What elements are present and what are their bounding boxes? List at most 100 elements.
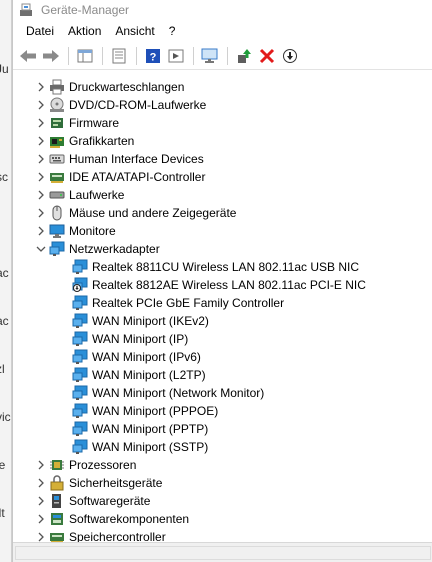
- tree-device-item[interactable]: WAN Miniport (SSTP): [72, 438, 208, 456]
- chevron-right-icon[interactable]: [33, 114, 49, 132]
- action-pane-icon[interactable]: [165, 45, 187, 67]
- tree-item-label: Prozessoren: [69, 458, 137, 472]
- update-driver-icon[interactable]: [233, 45, 255, 67]
- network-adapter-icon: [72, 421, 88, 437]
- chevron-right-icon[interactable]: [33, 150, 49, 168]
- software-component-icon: [49, 511, 65, 527]
- background-text: ac: [0, 266, 9, 280]
- device-manager-window: Geräte-Manager Datei Aktion Ansicht ? ?: [12, 0, 432, 562]
- tree-item-label: Firmware: [69, 116, 119, 130]
- monitor-icon: [49, 223, 65, 239]
- tree-category-ide-ata-atapi-controller[interactable]: IDE ATA/ATAPI-Controller: [33, 168, 205, 186]
- background-window: Ju sc ac ac zl vic le ilt: [0, 0, 12, 562]
- forward-arrow-icon[interactable]: [40, 45, 62, 67]
- menu-datei[interactable]: Datei: [19, 22, 61, 40]
- tree-device-item[interactable]: Realtek 8812AE Wireless LAN 802.11ac PCI…: [72, 276, 366, 294]
- tree-category-sicherheitsger-te[interactable]: Sicherheitsgeräte: [33, 474, 162, 492]
- chevron-right-icon[interactable]: [33, 168, 49, 186]
- tree-device-label: WAN Miniport (L2TP): [92, 368, 206, 382]
- menu-bar: Datei Aktion Ansicht ?: [13, 20, 432, 42]
- tree-category-druckwarteschlangen[interactable]: Druckwarteschlangen: [33, 78, 184, 96]
- chevron-right-icon[interactable]: [33, 78, 49, 96]
- monitor-scan-icon[interactable]: [199, 45, 221, 67]
- tree-device-item[interactable]: WAN Miniport (Network Monitor): [72, 384, 264, 402]
- background-text: Ju: [0, 62, 9, 76]
- tree-category-softwarekomponenten[interactable]: Softwarekomponenten: [33, 510, 189, 528]
- network-adapter-icon: [72, 349, 88, 365]
- tree-item-label: Human Interface Devices: [69, 152, 204, 166]
- tree-device-item[interactable]: WAN Miniport (PPPOE): [72, 402, 218, 420]
- network-adapter-icon: [72, 313, 88, 329]
- tree-device-label: WAN Miniport (IKEv2): [92, 314, 209, 328]
- chevron-down-icon[interactable]: [33, 240, 49, 258]
- properties-icon[interactable]: [108, 45, 130, 67]
- tree-category-softwareger-te[interactable]: Softwaregeräte: [33, 492, 150, 510]
- menu-aktion[interactable]: Aktion: [61, 22, 108, 40]
- menu-ansicht[interactable]: Ansicht: [108, 22, 161, 40]
- tree-item-label: Softwarekomponenten: [69, 512, 190, 526]
- tree-device-item[interactable]: WAN Miniport (L2TP): [72, 366, 206, 384]
- security-device-icon: [49, 475, 65, 491]
- tree-device-label: WAN Miniport (PPPOE): [92, 404, 219, 418]
- tree-device-item[interactable]: WAN Miniport (PPTP): [72, 420, 208, 438]
- processor-icon: [49, 457, 65, 473]
- tree-category-grafikkarten[interactable]: Grafikkarten: [33, 132, 134, 150]
- tree-category-laufwerke[interactable]: Laufwerke: [33, 186, 124, 204]
- chevron-right-icon[interactable]: [33, 186, 49, 204]
- chevron-right-icon[interactable]: [33, 492, 49, 510]
- tree-category-human-interface-devices[interactable]: Human Interface Devices: [33, 150, 204, 168]
- tree-category-prozessoren[interactable]: Prozessoren: [33, 456, 136, 474]
- chevron-right-icon[interactable]: [33, 528, 49, 542]
- background-text: vic: [0, 410, 11, 424]
- background-text: ac: [0, 314, 9, 328]
- chevron-right-icon[interactable]: [33, 510, 49, 528]
- network-adapter-icon: [72, 385, 88, 401]
- tree-device-item[interactable]: WAN Miniport (IPv6): [72, 348, 201, 366]
- tree-device-item[interactable]: Realtek PCIe GbE Family Controller: [72, 294, 284, 312]
- tree-device-item[interactable]: WAN Miniport (IP): [72, 330, 188, 348]
- tree-item-label: Monitore: [69, 224, 116, 238]
- network-adapter-icon: [72, 367, 88, 383]
- disable-device-icon[interactable]: [279, 45, 301, 67]
- network-adapter-icon: [49, 241, 65, 257]
- back-arrow-icon[interactable]: [17, 45, 39, 67]
- svg-text:?: ?: [150, 51, 157, 63]
- help-icon[interactable]: ?: [142, 45, 164, 67]
- disk-drive-icon: [49, 187, 65, 203]
- chevron-right-icon[interactable]: [33, 474, 49, 492]
- uninstall-icon[interactable]: [256, 45, 278, 67]
- chevron-right-icon[interactable]: [33, 132, 49, 150]
- chevron-right-icon[interactable]: [33, 456, 49, 474]
- toolbar-separator: [193, 46, 194, 65]
- title-bar[interactable]: Geräte-Manager: [13, 0, 432, 20]
- chevron-right-icon[interactable]: [33, 222, 49, 240]
- tree-item-label: Speichercontroller: [69, 530, 166, 542]
- tree-item-label: Netzwerkadapter: [69, 242, 160, 256]
- tree-device-item[interactable]: Realtek 8811CU Wireless LAN 802.11ac USB…: [72, 258, 359, 276]
- tree-category-netzwerkadapter[interactable]: Netzwerkadapter: [33, 240, 160, 258]
- tree-category-monitore[interactable]: Monitore: [33, 222, 116, 240]
- background-text: zl: [0, 362, 5, 376]
- software-device-icon: [49, 493, 65, 509]
- firmware-icon: [49, 115, 65, 131]
- menu-help[interactable]: ?: [162, 22, 183, 40]
- show-hide-console-tree-icon[interactable]: [74, 45, 96, 67]
- chevron-right-icon[interactable]: [33, 204, 49, 222]
- chevron-right-icon[interactable]: [33, 96, 49, 114]
- background-text: le: [0, 458, 5, 472]
- tree-device-label: Realtek PCIe GbE Family Controller: [92, 296, 285, 310]
- storage-controller-icon: [49, 529, 65, 542]
- tree-category-firmware[interactable]: Firmware: [33, 114, 119, 132]
- tree-device-label: Realtek 8811CU Wireless LAN 802.11ac USB…: [92, 260, 359, 274]
- tree-category-m-use-und-andere-zeigeger-te[interactable]: Mäuse und andere Zeigegeräte: [33, 204, 236, 222]
- toolbar: ?: [13, 42, 432, 70]
- tree-item-label: IDE ATA/ATAPI-Controller: [69, 170, 206, 184]
- tree-device-item[interactable]: WAN Miniport (IKEv2): [72, 312, 209, 330]
- network-adapter-icon: [72, 295, 88, 311]
- tree-category-dvd-cd-rom-laufwerke[interactable]: DVD/CD-ROM-Laufwerke: [33, 96, 206, 114]
- tree-item-label: Sicherheitsgeräte: [69, 476, 163, 490]
- tree-category-speichercontroller[interactable]: Speichercontroller: [33, 528, 166, 542]
- tree-device-label: WAN Miniport (IPv6): [92, 350, 201, 364]
- network-adapter-icon: [72, 259, 88, 275]
- window-title: Geräte-Manager: [41, 3, 130, 17]
